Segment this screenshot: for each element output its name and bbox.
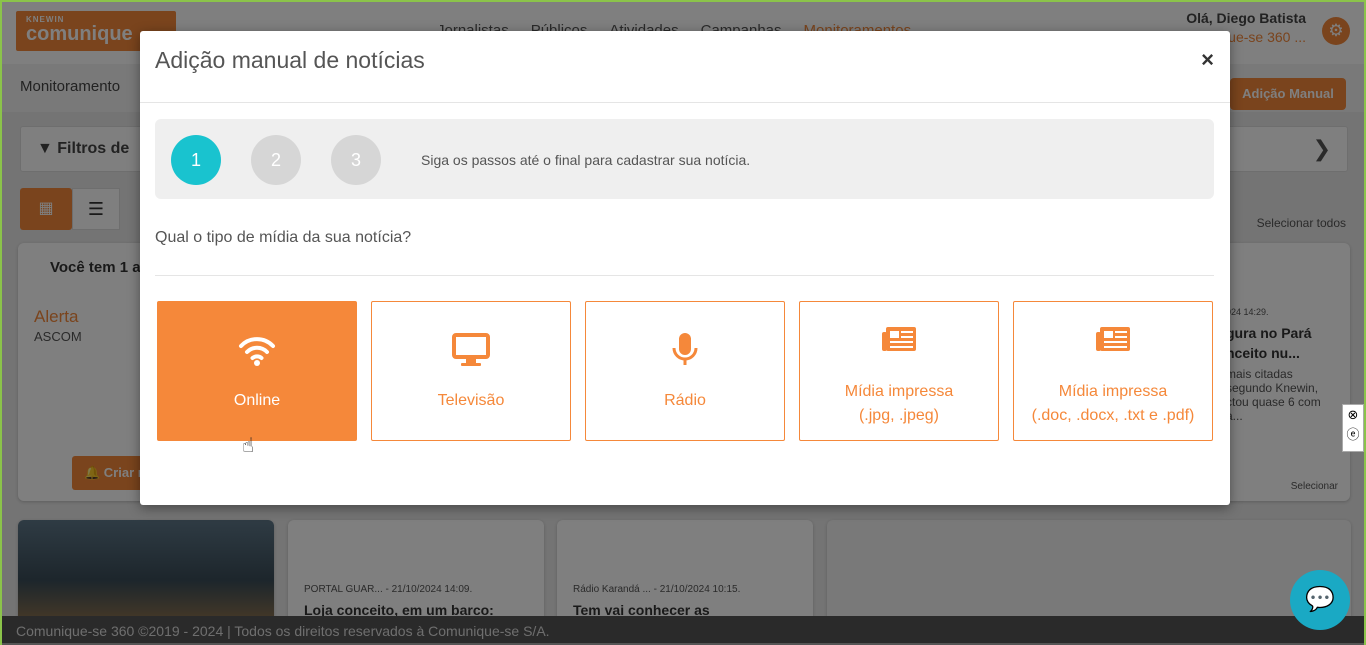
divider (155, 275, 1214, 276)
media-option-label: Mídia impressa (.doc, .docx, .txt e .pdf… (1014, 380, 1212, 428)
media-option-television[interactable]: Televisão (371, 301, 571, 441)
media-option-print-image[interactable]: Mídia impressa (.jpg, .jpeg) (799, 301, 999, 441)
step-2[interactable]: 2 (251, 135, 301, 185)
close-circle-icon[interactable]: ⊗ (1343, 405, 1363, 425)
hand-cursor-icon: ☝ (242, 435, 255, 457)
stepper: 1 2 3 Siga os passos até o final para ca… (155, 119, 1214, 199)
media-option-label: Televisão (437, 392, 505, 409)
modal-header: Adição manual de notícias × (140, 31, 1230, 103)
media-option-formats: (.doc, .docx, .txt e .pdf) (1031, 407, 1195, 424)
monitor-icon (372, 332, 570, 368)
media-option-title: Mídia impressa (1058, 383, 1168, 400)
media-option-label: Mídia impressa (.jpg, .jpeg) (800, 380, 998, 428)
newspaper-icon (1014, 326, 1212, 362)
microphone-icon (586, 332, 784, 368)
media-option-formats: (.jpg, .jpeg) (858, 407, 940, 424)
step-3[interactable]: 3 (331, 135, 381, 185)
media-option-online[interactable]: Online (157, 301, 357, 441)
side-widget-tab[interactable]: ⊗ ⓔ (1342, 404, 1364, 452)
media-type-question: Qual o tipo de mídia da sua notícia? (155, 229, 412, 246)
step-1[interactable]: 1 (171, 135, 221, 185)
media-option-radio[interactable]: Rádio (585, 301, 785, 441)
newspaper-icon (800, 326, 998, 362)
media-option-label: Rádio (664, 392, 706, 409)
manual-news-modal: Adição manual de notícias × 1 2 3 Siga o… (140, 31, 1230, 505)
stepper-hint: Siga os passos até o final para cadastra… (421, 152, 751, 168)
widget-e-icon[interactable]: ⓔ (1343, 425, 1363, 445)
close-icon[interactable]: × (1201, 47, 1214, 73)
media-option-print-document[interactable]: Mídia impressa (.doc, .docx, .txt e .pdf… (1013, 301, 1213, 441)
chat-bubble-icon[interactable]: 💬 (1290, 570, 1350, 630)
media-option-title: Mídia impressa (844, 383, 954, 400)
wifi-icon (158, 332, 356, 368)
modal-title: Adição manual de notícias (155, 47, 425, 73)
media-option-label: Online (233, 392, 281, 409)
